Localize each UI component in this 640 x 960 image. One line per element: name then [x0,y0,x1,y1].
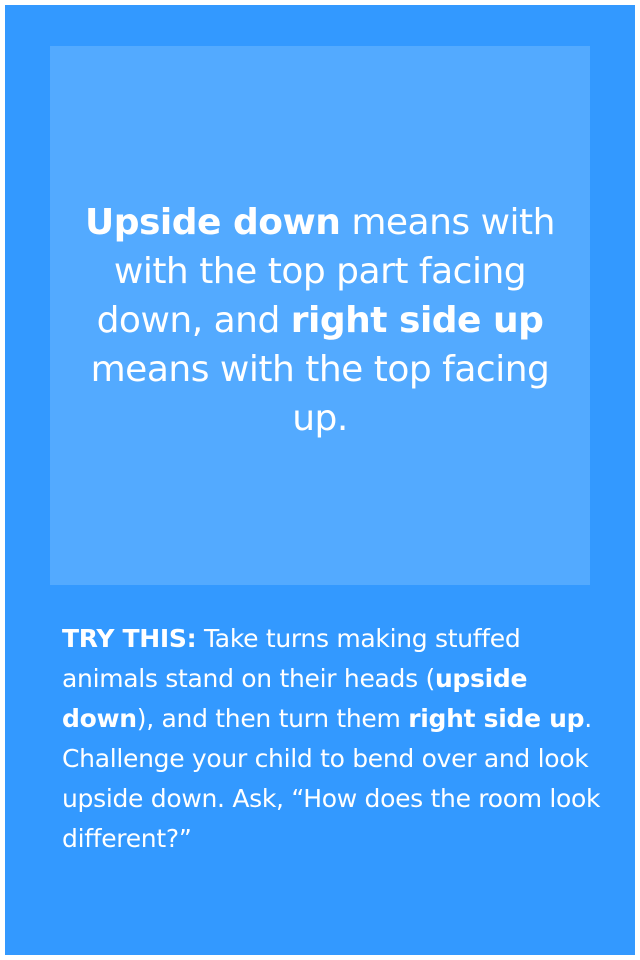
term-right-side-up: right side up [290,300,544,341]
try-this-label: TRY THIS: [62,624,197,653]
tip-term-right-side-up: right side up [408,704,585,733]
try-this-tip: TRY THIS: Take turns making stuffed anim… [62,619,602,859]
definition-text-part-2: means with the top facing up. [90,349,550,439]
tip-text-part-2: ), and then turn them [136,704,409,733]
definition-box: Upside down means with with the top part… [50,46,590,585]
term-upside-down: Upside down [84,202,341,243]
page-frame: Upside down means with with the top part… [5,5,635,955]
definition-text: Upside down means with with the top part… [80,198,560,443]
